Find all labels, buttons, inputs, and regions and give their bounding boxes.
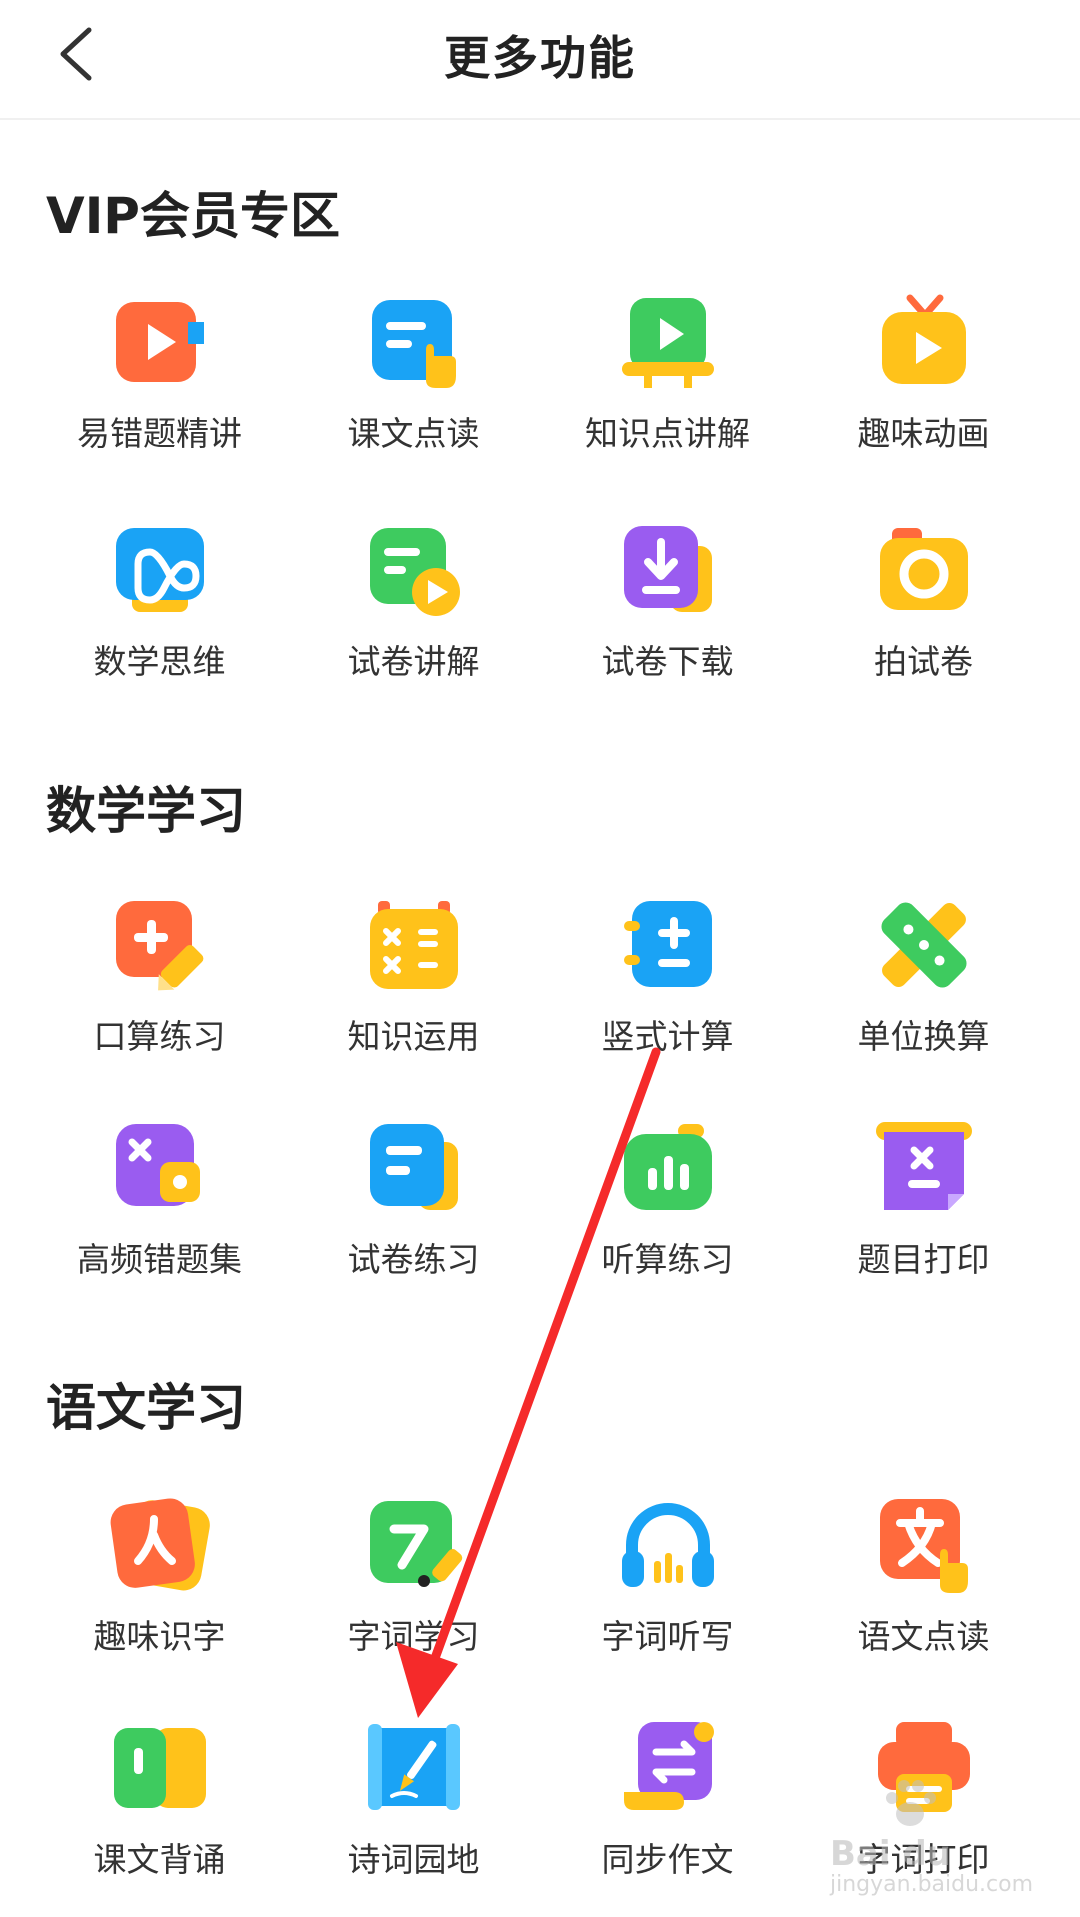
calculator-icon (618, 895, 718, 995)
tile-paper-download[interactable]: 试卷下载 (540, 520, 795, 710)
calculator-calendar-icon (364, 895, 464, 995)
camera-icon (874, 520, 974, 620)
tile-label: 口算练习 (93, 1017, 226, 1056)
section-title-vip: VIP会员专区 (46, 187, 340, 245)
tile-label: 高频错题集 (77, 1240, 242, 1279)
tile-sync-essay[interactable]: 同步作文 (540, 1718, 795, 1908)
paper-icon (364, 1118, 464, 1218)
book-recite-icon (110, 1718, 210, 1818)
tile-dictation[interactable]: 字词听写 (540, 1495, 795, 1685)
tile-frequent-errors[interactable]: 高频错题集 (32, 1118, 287, 1308)
section-title-math: 数学学习 (46, 782, 246, 840)
page-title: 更多功能 (444, 31, 636, 85)
tile-label: 听算练习 (601, 1240, 734, 1279)
tile-label: 知识点讲解 (585, 414, 750, 453)
section-title-chinese: 语文学习 (46, 1379, 246, 1437)
video-tag-icon (110, 292, 210, 392)
paw-icon (886, 1780, 936, 1826)
tile-label: 试卷讲解 (347, 642, 480, 681)
tile-vertical-calc[interactable]: 竖式计算 (540, 895, 795, 1085)
tile-listen-calc[interactable]: 听算练习 (540, 1118, 795, 1308)
tile-label: 试卷下载 (601, 642, 734, 681)
tile-knowledge-explain[interactable]: 知识点讲解 (540, 292, 795, 482)
tile-text-read[interactable]: 课文点读 (286, 292, 541, 482)
tile-label: 趣味动画 (857, 414, 990, 453)
tile-fun-animation[interactable]: 趣味动画 (796, 292, 1051, 482)
tile-math-thinking[interactable]: 数学思维 (32, 520, 287, 710)
tile-label: 同步作文 (601, 1840, 734, 1879)
tile-word-study[interactable]: 字词学习 (286, 1495, 541, 1685)
headphones-icon (618, 1495, 718, 1595)
tile-paper-explain[interactable]: 试卷讲解 (286, 520, 541, 710)
paper-play-icon (364, 520, 464, 620)
tile-unit-convert[interactable]: 单位换算 (796, 895, 1051, 1085)
tile-question-print[interactable]: 题目打印 (796, 1118, 1051, 1308)
stroke-pen-icon (364, 1495, 464, 1595)
top-bar: 更多功能 (0, 0, 1080, 120)
tile-knowledge-apply[interactable]: 知识运用 (286, 895, 541, 1085)
tile-label: 课文点读 (347, 414, 480, 453)
audio-bars-icon (618, 1118, 718, 1218)
tile-error-review[interactable]: 易错题精讲 (32, 292, 287, 482)
plus-pencil-icon (110, 895, 210, 995)
tile-label: 语文点读 (857, 1617, 990, 1656)
tile-paper-practice[interactable]: 试卷练习 (286, 1118, 541, 1308)
infinity-icon (110, 520, 210, 620)
tile-label: 字词学习 (347, 1617, 480, 1656)
tile-recite[interactable]: 课文背诵 (32, 1718, 287, 1908)
video-board-icon (618, 292, 718, 392)
character-card-icon (110, 1495, 210, 1595)
tile-label: 知识运用 (347, 1017, 480, 1056)
tile-mental-math[interactable]: 口算练习 (32, 895, 287, 1085)
tile-poetry-garden[interactable]: 诗词园地 (286, 1718, 541, 1908)
tile-label: 竖式计算 (601, 1017, 734, 1056)
tile-chinese-read[interactable]: 语文点读 (796, 1495, 1051, 1685)
tile-label: 单位换算 (857, 1017, 990, 1056)
tile-label: 课文背诵 (93, 1840, 226, 1879)
tile-label: 试卷练习 (347, 1240, 480, 1279)
tile-fun-literacy[interactable]: 趣味识字 (32, 1495, 287, 1685)
wrong-collection-icon (110, 1118, 210, 1218)
text-tap-icon (364, 292, 464, 392)
scroll-brush-icon (364, 1718, 464, 1818)
tile-label: 字词听写 (601, 1617, 734, 1656)
tile-label: 数学思维 (93, 642, 226, 681)
question-print-icon (874, 1118, 974, 1218)
download-doc-icon (618, 520, 718, 620)
watermark-brand: Bai du (830, 1834, 951, 1874)
tile-label: 诗词园地 (347, 1840, 480, 1879)
tile-photo-paper[interactable]: 拍试卷 (796, 520, 1051, 710)
tile-label: 易错题精讲 (77, 414, 242, 453)
ruler-icon (874, 895, 974, 995)
tile-label: 趣味识字 (93, 1617, 226, 1656)
watermark-logo: Bai du jingyan.baidu.com (790, 1776, 1040, 1906)
wen-tap-icon (874, 1495, 974, 1595)
tile-label: 拍试卷 (874, 642, 973, 681)
watermark-site: jingyan.baidu.com (830, 1872, 1034, 1897)
tv-play-icon (874, 292, 974, 392)
essay-swap-icon (618, 1718, 718, 1818)
tile-label: 题目打印 (857, 1240, 990, 1279)
